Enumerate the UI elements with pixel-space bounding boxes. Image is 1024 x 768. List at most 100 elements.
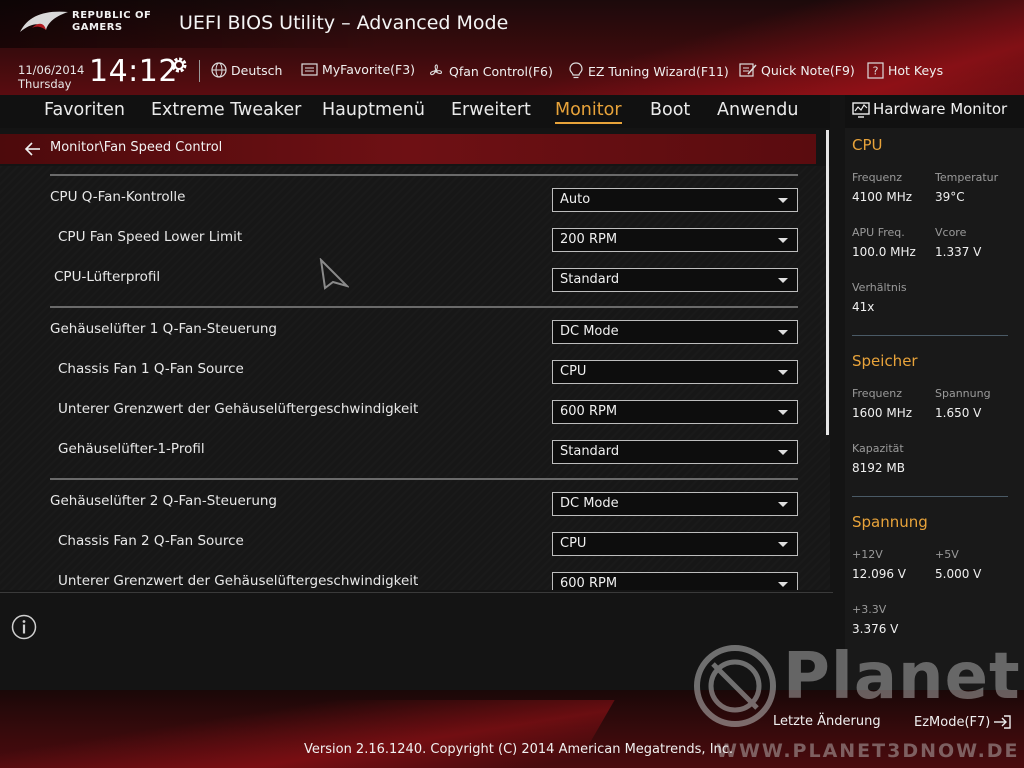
- mouse-cursor-icon: [319, 258, 349, 290]
- back-arrow-icon[interactable]: [24, 141, 42, 157]
- qfan-control-button[interactable]: Qfan Control(F6): [427, 62, 553, 80]
- hwm-mem-freq-value: 1600 MHz: [852, 406, 913, 420]
- chevron-down-icon: [778, 278, 788, 283]
- hardware-monitor-title: Hardware Monitor: [873, 100, 1008, 118]
- help-divider: [0, 592, 833, 593]
- header-divider: [199, 60, 200, 82]
- tab-favoriten[interactable]: Favoriten: [44, 100, 125, 120]
- dropdown-chassis1-profile[interactable]: Standard: [552, 440, 798, 464]
- setting-label-chassis2-qfan: Gehäuselüfter 2 Q-Fan-Steuerung: [50, 493, 277, 509]
- language-button[interactable]: Deutsch: [211, 62, 282, 78]
- hwm-cpu-freq-value: 4100 MHz: [852, 190, 913, 204]
- hwm-12v-value: 12.096 V: [852, 567, 907, 581]
- version-text: Version 2.16.1240. Copyright (C) 2014 Am…: [304, 742, 734, 757]
- tab-monitor[interactable]: Monitor: [555, 100, 622, 124]
- gear-icon[interactable]: [169, 55, 189, 75]
- tab-boot[interactable]: Boot: [650, 100, 690, 120]
- setting-label-cpu-fan-profile: CPU-Lüfterprofil: [54, 269, 161, 285]
- favorite-list-icon: [301, 63, 318, 76]
- language-label: Deutsch: [231, 62, 283, 78]
- hwm-mem-cap-value: 8192 MB: [852, 461, 905, 475]
- hwm-voltage-heading: Spannung: [852, 513, 928, 531]
- myfavorite-button[interactable]: MyFavorite(F3): [301, 62, 415, 77]
- globe-icon: [211, 62, 227, 78]
- hwm-cpu-temp-label: Temperatur: [935, 171, 999, 184]
- clock: 14:12: [89, 54, 178, 89]
- myfavorite-label: MyFavorite(F3): [322, 62, 416, 77]
- hwm-memory-heading: Speicher: [852, 352, 918, 370]
- setting-label-cpu-fan-lower-limit: CPU Fan Speed Lower Limit: [58, 229, 243, 245]
- group-divider: [50, 478, 798, 480]
- group-divider: [50, 174, 798, 176]
- settings-scrollbar[interactable]: [826, 130, 829, 435]
- hwm-cpu-heading: CPU: [852, 136, 883, 154]
- chevron-down-icon: [778, 198, 788, 203]
- setting-label-chassis1-profile: Gehäuselüfter-1-Profil: [58, 441, 205, 457]
- rog-logo: [20, 11, 68, 32]
- dropdown-chassis1-qfan[interactable]: DC Mode: [552, 320, 798, 344]
- dropdown-chassis2-lower-limit[interactable]: 600 RPM: [552, 572, 798, 590]
- setting-label-cpu-qfan: CPU Q-Fan-Kontrolle: [50, 189, 186, 205]
- quick-note-label: Quick Note(F9): [761, 62, 855, 78]
- setting-label-chassis1-source: Chassis Fan 1 Q-Fan Source: [58, 361, 244, 377]
- chevron-down-icon: [778, 502, 788, 507]
- dropdown-chassis2-source[interactable]: CPU: [552, 532, 798, 556]
- ezmode-label: EzMode(F7): [914, 714, 991, 730]
- hwm-33v-label: +3.3V: [852, 603, 887, 616]
- monitor-icon: [852, 102, 870, 118]
- dropdown-chassis2-qfan[interactable]: DC Mode: [552, 492, 798, 516]
- tab-extreme-tweaker[interactable]: Extreme Tweaker: [151, 100, 301, 120]
- svg-text:?: ?: [873, 65, 879, 78]
- dropdown-cpu-qfan[interactable]: Auto: [552, 188, 798, 212]
- hot-keys-button[interactable]: ? Hot Keys: [867, 62, 943, 79]
- setting-label-chassis2-lower-limit: Unterer Grenzwert der Gehäuselüftergesch…: [58, 573, 419, 589]
- hwm-cpu-freq-label: Frequenz: [852, 171, 903, 184]
- setting-label-chassis1-qfan: Gehäuselüfter 1 Q-Fan-Steuerung: [50, 321, 277, 337]
- hwm-ratio-value: 41x: [852, 300, 875, 314]
- hot-keys-label: Hot Keys: [888, 63, 944, 78]
- chevron-down-icon: [778, 542, 788, 547]
- qfan-label: Qfan Control(F6): [449, 63, 553, 79]
- hwm-cpu-temp-value: 39°C: [935, 190, 965, 204]
- ez-tuning-label: EZ Tuning Wizard(F11): [588, 63, 729, 79]
- tab-anwendung[interactable]: Anwendu: [717, 100, 798, 120]
- main-nav: Favoriten Extreme Tweaker Hauptmenü Erwe…: [0, 95, 830, 128]
- hwm-vcore-value: 1.337 V: [935, 245, 982, 259]
- hwm-divider: [852, 335, 1008, 336]
- watermark-url: WWW.PLANET3DNOW.DE: [716, 740, 1020, 762]
- ezmode-button[interactable]: EzMode(F7): [914, 714, 1012, 730]
- tab-erweitert[interactable]: Erweitert: [451, 100, 531, 120]
- exit-arrow-icon: [994, 715, 1012, 729]
- quick-note-button[interactable]: Quick Note(F9): [739, 62, 855, 78]
- dropdown-cpu-fan-profile[interactable]: Standard: [552, 268, 798, 292]
- dropdown-cpu-fan-lower-limit[interactable]: 200 RPM: [552, 228, 798, 252]
- tab-hauptmenu[interactable]: Hauptmenü: [322, 100, 425, 120]
- chevron-down-icon: [778, 370, 788, 375]
- hwm-mem-freq-label: Frequenz: [852, 387, 903, 400]
- hwm-ratio-label: Verhältnis: [852, 281, 907, 294]
- chevron-down-icon: [778, 410, 788, 415]
- info-icon: [11, 614, 37, 640]
- chevron-down-icon: [778, 238, 788, 243]
- breadcrumb: Monitor\Fan Speed Control: [0, 134, 816, 164]
- watermark-text: Planet: [783, 640, 1021, 714]
- hwm-5v-value: 5.000 V: [935, 567, 982, 581]
- fan-icon: [430, 64, 443, 76]
- group-divider: [50, 306, 798, 308]
- lightbulb-icon: [569, 62, 583, 79]
- note-icon: [739, 63, 757, 77]
- hwm-apu-freq-value: 100.0 MHz: [852, 245, 916, 259]
- chevron-down-icon: [778, 582, 788, 587]
- settings-panel: CPU Q-Fan-Kontrolle Auto CPU Fan Speed L…: [0, 166, 830, 590]
- hwm-apu-freq-label: APU Freq.: [852, 226, 905, 239]
- breadcrumb-path: Monitor\Fan Speed Control: [50, 140, 223, 155]
- help-key-icon: ?: [867, 62, 884, 79]
- hwm-mem-volt-label: Spannung: [935, 387, 991, 400]
- dropdown-chassis1-source[interactable]: CPU: [552, 360, 798, 384]
- hwm-mem-cap-label: Kapazität: [852, 442, 904, 455]
- ez-tuning-wizard-button[interactable]: EZ Tuning Wizard(F11): [568, 62, 729, 80]
- hwm-mem-volt-value: 1.650 V: [935, 406, 982, 420]
- date-block: 11/06/2014 Thursday: [18, 63, 84, 91]
- last-change-button[interactable]: Letzte Änderung: [773, 714, 881, 729]
- dropdown-chassis1-lower-limit[interactable]: 600 RPM: [552, 400, 798, 424]
